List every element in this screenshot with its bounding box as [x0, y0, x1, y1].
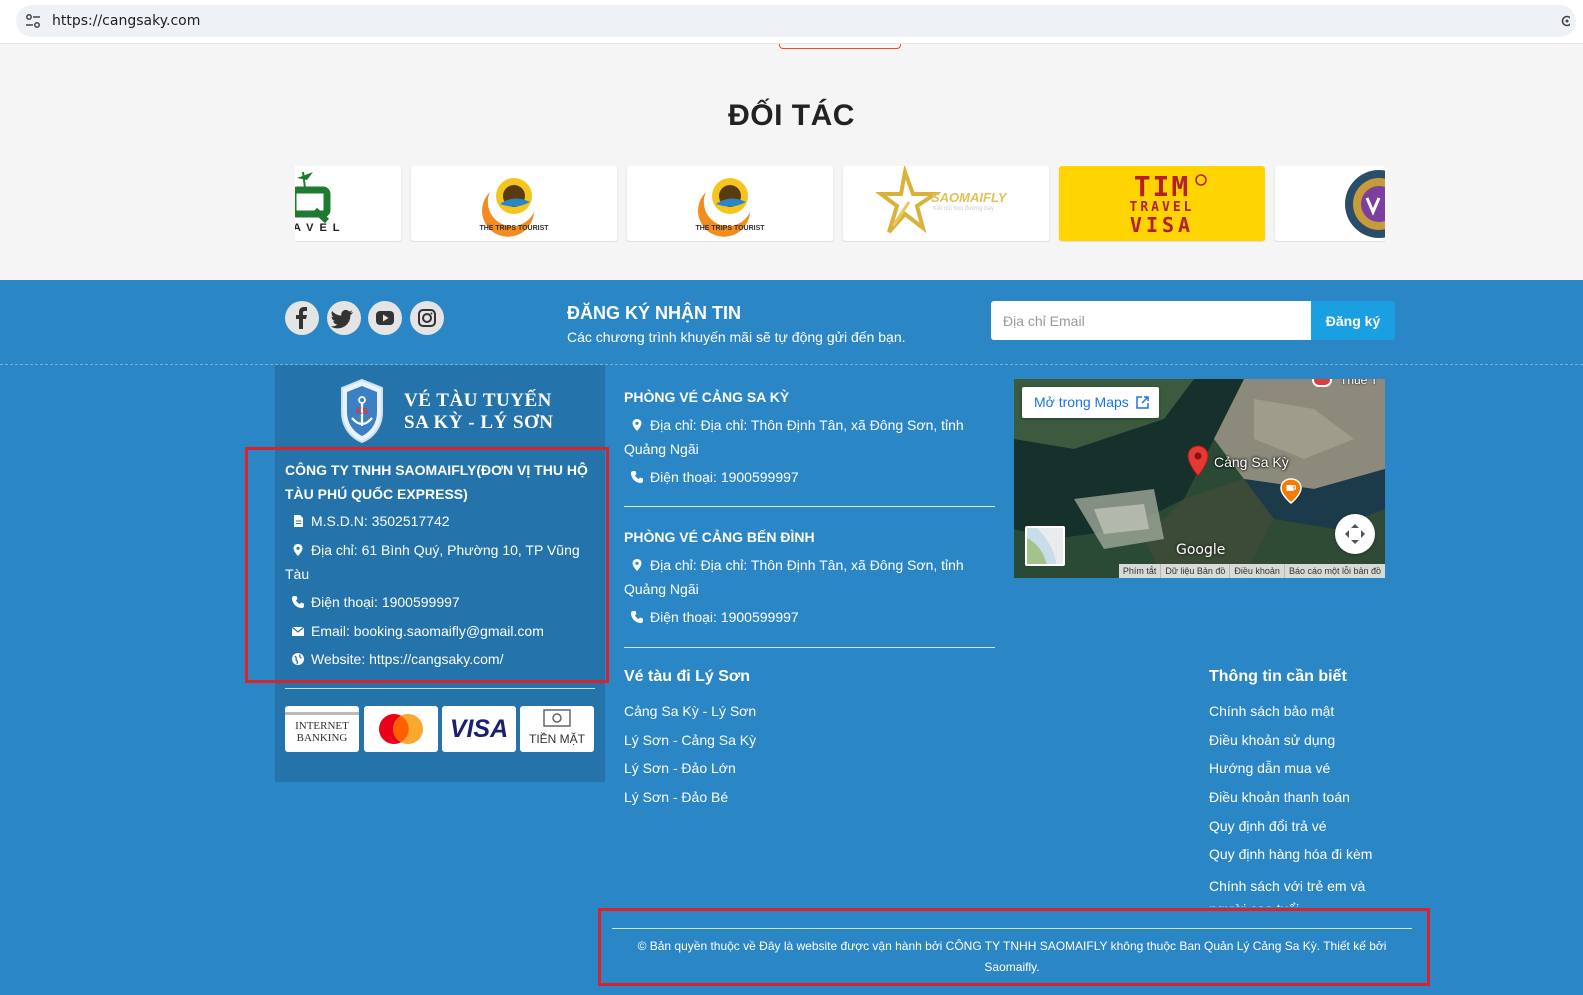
- office-phone-sa-ky: Điện thoại: 1900599997: [650, 469, 799, 485]
- info-link-clip: Chính sách với trẻ em và người cao tuổi: [1209, 860, 1389, 907]
- cafe-marker-icon[interactable]: [1280, 478, 1302, 504]
- shield-anchor-logo-icon: KS: [341, 378, 383, 444]
- info-link-payment-terms[interactable]: Điều khoản thanh toán: [1209, 789, 1350, 805]
- partner-logo-carousel[interactable]: AVEL THE TRIPS TOURIST THE TRIPS TOURIST…: [295, 166, 1385, 242]
- company-box-divider: [285, 688, 595, 689]
- twitter-icon: [330, 309, 353, 329]
- info-link-refund-policy[interactable]: Quy định đổi trả vé: [1209, 818, 1327, 834]
- route-link-ly-son-sa-ky[interactable]: Lý Sơn - Cảng Sa Kỳ: [624, 732, 756, 748]
- map-poi-label: Thuế T: [1340, 379, 1378, 387]
- map-terms-link[interactable]: Điều khoản: [1229, 564, 1284, 578]
- visa-card: VISA: [442, 706, 516, 752]
- office-phone-ben-dinh-row: Điện thoại: 1900599997: [624, 605, 994, 629]
- external-link-icon: [1136, 396, 1149, 409]
- address-field[interactable]: [16, 5, 1576, 37]
- facebook-icon: [296, 307, 307, 329]
- info-link-buying-guide[interactable]: Hướng dẫn mua vé: [1209, 760, 1330, 776]
- visa-text: VISA: [449, 715, 509, 743]
- mastercard-icon: [379, 714, 423, 744]
- info-title: Thông tin cần biết: [1209, 668, 1347, 685]
- map-place-label: Cảng Sa Kỳ: [1214, 454, 1289, 470]
- trips-tourist-text: THE TRIPS TOURIST: [695, 225, 765, 232]
- newsletter-title: ĐĂNG KÝ NHẬN TIN: [567, 303, 741, 323]
- newsletter-subtitle: Các chương trình khuyến mãi sẽ tự động g…: [567, 329, 906, 345]
- map-attribution-bar: Phím tắt Dữ liệu Bản đồ Điều khoản Báo c…: [1118, 564, 1385, 578]
- map-marker-icon: [632, 419, 642, 431]
- internet-banking-line1: INTERNET: [295, 720, 349, 732]
- subscribe-button[interactable]: Đăng ký: [1311, 301, 1395, 340]
- cash-text: TIỀN MẶT: [529, 732, 585, 746]
- partner-card-tim-travel-visa[interactable]: TIM TRAVEL VISA: [1059, 166, 1265, 241]
- partner-card-seal[interactable]: [1275, 166, 1385, 241]
- partner-card-saomaifly[interactable]: SAOMAIFLY Kết nối mọi đường bay: [843, 166, 1049, 241]
- map-pin-icon[interactable]: [1186, 445, 1210, 477]
- svg-text:KS: KS: [356, 406, 369, 416]
- footer-dashed-divider: [0, 364, 1583, 365]
- youtube-link[interactable]: [368, 301, 402, 335]
- office-phone-sa-ky-row: Điện thoại: 1900599997: [624, 465, 994, 489]
- phone-icon: [631, 611, 643, 623]
- highlight-box-company-info: [245, 447, 609, 683]
- brand-name-line1: VÉ TÀU TUYẾN: [404, 390, 552, 411]
- map-keyboard-shortcuts[interactable]: Phím tắt: [1119, 564, 1161, 578]
- instagram-link[interactable]: [410, 301, 444, 335]
- partner-card-travel[interactable]: AVEL: [295, 166, 401, 241]
- open-in-maps-link[interactable]: Mở trong Maps: [1022, 387, 1159, 418]
- round-seal-icon: [1345, 170, 1385, 238]
- saomaifly-text: SAOMAIFLY: [931, 190, 1007, 205]
- office-divider: [624, 647, 995, 648]
- route-link-ly-son-dao-lon[interactable]: Lý Sơn - Đảo Lớn: [624, 760, 736, 776]
- travel-logo-text: AVEL: [295, 222, 346, 234]
- office-divider: [624, 506, 995, 507]
- office-address-ben-dinh: Địa chỉ: Địa chỉ: Thôn Định Tân, xã Đông…: [624, 557, 964, 597]
- info-link-privacy[interactable]: Chính sách bảo mật: [1209, 703, 1334, 719]
- route-link-ly-son-dao-be[interactable]: Lý Sơn - Đảo Bé: [624, 789, 728, 805]
- partner-card-trips-tourist-1[interactable]: THE TRIPS TOURIST: [411, 166, 617, 241]
- open-in-maps-label: Mở trong Maps: [1034, 394, 1129, 410]
- mastercard-card: [364, 706, 438, 752]
- browser-address-bar: https://cangsaky.com: [0, 0, 1583, 44]
- map-fullscreen-button[interactable]: [1335, 514, 1375, 554]
- partner-card-trips-tourist-2[interactable]: THE TRIPS TOURIST: [627, 166, 833, 241]
- cash-card: TIỀN MẶT: [520, 706, 594, 752]
- view-more-button-edge[interactable]: [779, 44, 901, 49]
- routes-title: Vé tàu đi Lý Sơn: [624, 668, 751, 685]
- map-report-error-link[interactable]: Báo cáo một lỗi bản đồ: [1283, 564, 1385, 578]
- route-link-sa-ky-ly-son[interactable]: Cảng Sa Kỳ - Lý Sơn: [624, 703, 756, 719]
- office-phone-ben-dinh: Điện thoại: 1900599997: [650, 609, 799, 625]
- partners-title: ĐỐI TÁC: [728, 99, 855, 132]
- map-layer-toggle[interactable]: [1025, 526, 1065, 566]
- highlight-box-copyright: [598, 908, 1430, 986]
- trips-tourist-text: THE TRIPS TOURIST: [479, 225, 549, 232]
- url-text[interactable]: https://cangsaky.com: [52, 13, 200, 29]
- google-map-embed[interactable]: Thuế T Mở trong Maps Cảng Sa Kỳ Google P…: [1014, 379, 1385, 578]
- twitter-link[interactable]: [327, 301, 361, 335]
- facebook-link[interactable]: [285, 301, 319, 335]
- site-info-icon[interactable]: [24, 12, 42, 30]
- internet-banking-card: INTERNET BANKING: [285, 706, 359, 752]
- office-address-ben-dinh-row: Địa chỉ: Địa chỉ: Thôn Định Tân, xã Đông…: [624, 553, 994, 601]
- partners-section: ĐỐI TÁC AVEL THE TRIPS TOURIST THE TRIPS…: [0, 44, 1583, 280]
- office-title-sa-ky: PHÒNG VÉ CẢNG SA KỲ: [624, 389, 790, 405]
- map-data-link[interactable]: Dữ liệu Bản đồ: [1160, 564, 1229, 578]
- site-footer: ĐĂNG KÝ NHẬN TIN Các chương trình khuyến…: [0, 280, 1583, 995]
- instagram-icon: [418, 309, 436, 327]
- office-title-ben-dinh: PHÒNG VÉ CẢNG BẾN ĐÌNH: [624, 529, 815, 545]
- internet-banking-line2: BANKING: [296, 732, 348, 744]
- brand-name-line2: SA KỲ - LÝ SƠN: [404, 412, 554, 433]
- saomaifly-tagline: Kết nối mọi đường bay: [933, 206, 994, 212]
- office-address-sa-ky: Địa chỉ: Địa chỉ: Thôn Định Tân, xã Đông…: [624, 417, 964, 457]
- newsletter-email-input[interactable]: [991, 301, 1311, 340]
- info-link-terms[interactable]: Điều khoản sử dụng: [1209, 732, 1335, 748]
- info-link-children-elderly[interactable]: Chính sách với trẻ em và người cao tuổi: [1209, 875, 1379, 907]
- lens-icon[interactable]: [1560, 14, 1570, 28]
- phone-icon: [631, 471, 643, 483]
- youtube-icon: [376, 311, 394, 325]
- office-address-sa-ky-row: Địa chỉ: Địa chỉ: Thôn Định Tân, xã Đông…: [624, 413, 994, 461]
- map-marker-icon: [632, 559, 642, 571]
- fullscreen-arrows-icon: [1345, 524, 1365, 544]
- registered-mark-icon: [1195, 174, 1207, 186]
- map-layer-icon: [1027, 528, 1063, 564]
- google-logo: Google: [1176, 542, 1226, 558]
